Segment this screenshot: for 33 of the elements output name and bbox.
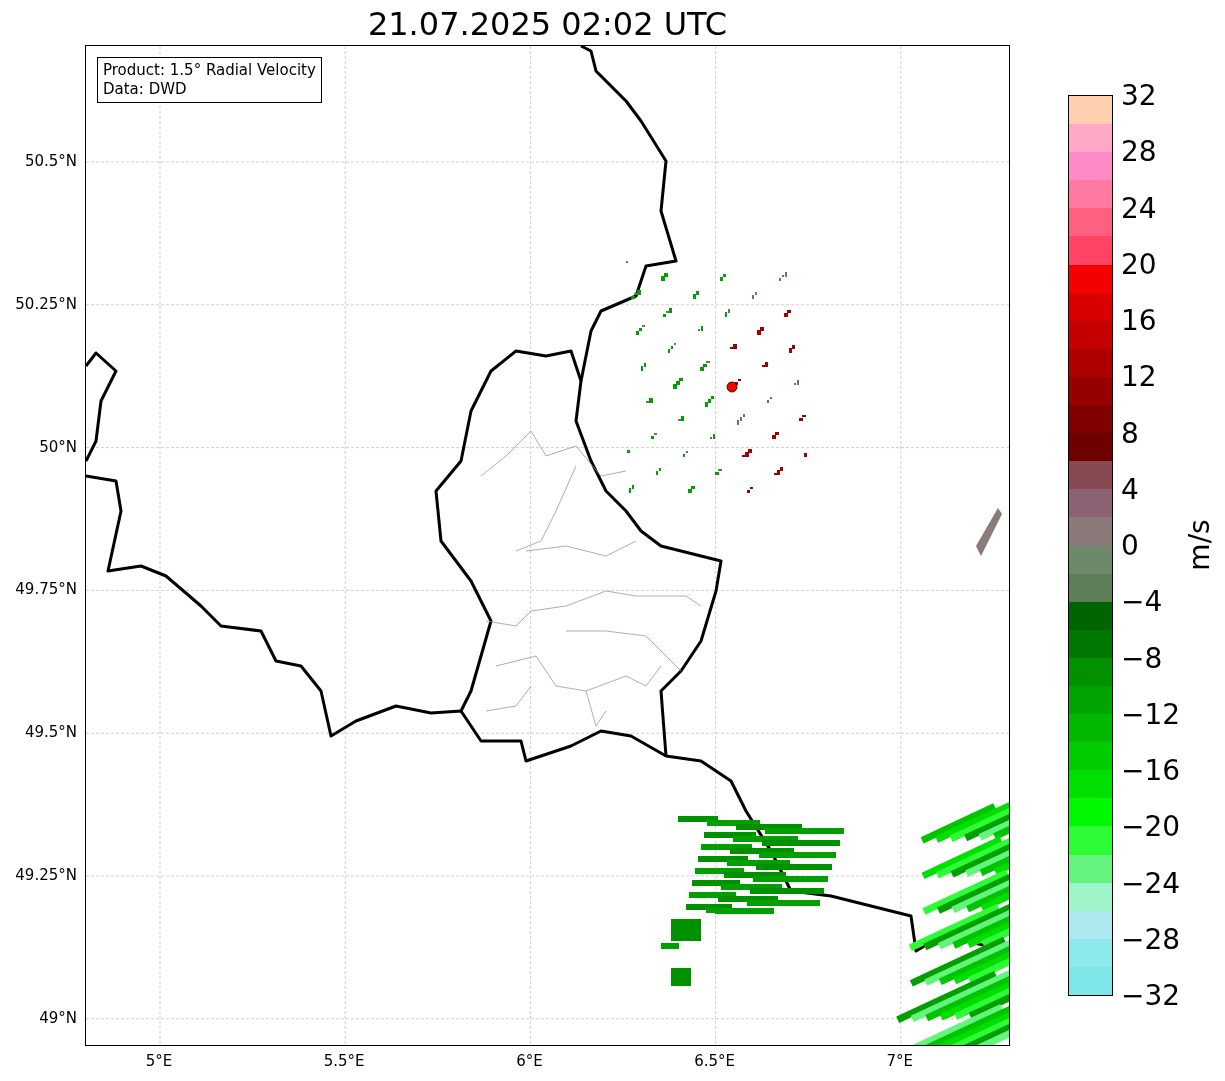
latitude-label: 49.25°N xyxy=(15,866,77,884)
colorbar-tick-label: 32 xyxy=(1121,82,1157,110)
longitude-label: 5°E xyxy=(145,1052,173,1070)
colorbar-tick-label: 12 xyxy=(1121,363,1157,392)
longitude-label: 7°E xyxy=(886,1052,914,1070)
colorbar-label: m/s xyxy=(1182,519,1216,571)
colorbar-tick-label: 8 xyxy=(1121,419,1139,448)
colorbar-tick-label: −12 xyxy=(1121,700,1181,729)
legend-text: Product: 1.5° Radial Velocity xyxy=(103,61,316,80)
latitude-label: 49°N xyxy=(39,1008,77,1027)
colorbar-tick-label: −4 xyxy=(1121,588,1163,617)
colorbar-tick-label: −20 xyxy=(1121,813,1181,842)
chart-title: 21.07.2025 02:02 UTC xyxy=(366,4,729,45)
colorbar-tick-label: −32 xyxy=(1121,982,1181,1010)
colorbar-tick-label: 4 xyxy=(1121,475,1139,504)
longitude-label: 5.5°E xyxy=(323,1052,365,1070)
latitude-label: 49.75°N xyxy=(15,580,77,599)
latitude-label: 50.5°N xyxy=(24,152,77,170)
colorbar-tick-label: −8 xyxy=(1121,644,1163,673)
latitude-label: 50°N xyxy=(39,437,77,456)
colorbar-tick-label: −24 xyxy=(1121,869,1181,898)
colorbar-tick-label: 16 xyxy=(1121,307,1157,335)
longitude-label: 6.5°E xyxy=(694,1052,735,1070)
colorbar-tick-label: −28 xyxy=(1121,925,1181,954)
latitude-label: 50.25°N xyxy=(15,294,77,313)
colorbar-tick-label: 20 xyxy=(1121,250,1157,279)
colorbar-tick-label: 24 xyxy=(1121,194,1157,223)
colorbar-tick-label: −16 xyxy=(1121,757,1181,785)
latitude-label: 49.5°N xyxy=(24,723,77,742)
longitude-label: 6°E xyxy=(516,1052,543,1070)
legend-text: Data: DWD xyxy=(103,80,188,99)
colorbar-tick-label: 0 xyxy=(1121,532,1139,560)
colorbar-tick-label: 28 xyxy=(1121,138,1157,167)
